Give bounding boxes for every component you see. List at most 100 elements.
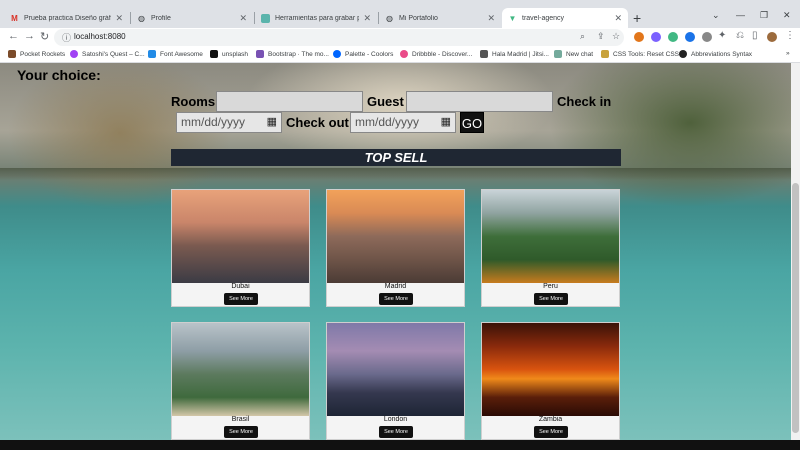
forward-arrow-icon[interactable]: → — [24, 30, 35, 42]
flag-icon — [148, 50, 156, 58]
puzzle-icon[interactable]: ✦ — [718, 30, 726, 41]
see-more-button[interactable]: See More — [379, 426, 413, 438]
vue-icon: ▼ — [508, 13, 517, 23]
page-title: Your choice: — [17, 67, 101, 83]
tab-profile[interactable]: ◍ Profile ✕ — [131, 8, 253, 28]
extension-icon[interactable] — [702, 32, 712, 42]
close-icon[interactable]: ✕ — [614, 13, 622, 24]
address-bar[interactable]: ⓘ localhost:8080 ⌕ ⇪ ☆ — [54, 29, 624, 46]
bookmark-item[interactable]: Palette - Coolors — [333, 50, 393, 58]
bookmark-item[interactable]: Hala Madrid | Jitsi... — [480, 50, 549, 58]
globe-icon: ◍ — [138, 13, 145, 23]
rooms-input[interactable] — [216, 91, 363, 112]
tab-gmail[interactable]: M Prueba practica Diseño gráfico y ✕ — [4, 8, 129, 28]
os-taskbar — [0, 440, 800, 450]
see-more-button[interactable]: See More — [379, 293, 413, 305]
page-icon — [261, 13, 270, 23]
bookmark-item[interactable]: Pocket Rockets — [8, 50, 65, 58]
london-bridge-image — [327, 323, 464, 416]
destination-card: Dubai See More — [171, 189, 310, 307]
avatar[interactable] — [767, 32, 777, 42]
star-icon[interactable]: ☆ — [612, 31, 620, 42]
checkin-date-input[interactable]: mm/dd/yyyy ▦ — [176, 112, 282, 133]
rooms-label: Rooms — [171, 94, 216, 109]
calendar-icon[interactable]: ▦ — [267, 115, 277, 128]
window-close-icon[interactable]: ✕ — [783, 10, 791, 21]
bookmark-item[interactable]: Font Awesome — [148, 50, 203, 58]
bookmarks-bar: Pocket Rockets Satoshi's Quest – C... Fo… — [0, 47, 800, 63]
destination-card: Brasil See More — [171, 322, 310, 440]
close-icon[interactable]: ✕ — [487, 13, 495, 24]
page-scrollbar[interactable] — [791, 63, 800, 440]
bookmark-item[interactable]: Abbreviations Syntax — [679, 50, 752, 58]
restore-icon[interactable]: ❐ — [760, 10, 768, 21]
destination-name: Brasil — [231, 416, 250, 423]
github-icon — [679, 50, 687, 58]
bookmark-item[interactable]: unsplash — [210, 50, 248, 58]
kebab-menu-icon[interactable]: ⋮ — [785, 30, 795, 41]
scrollbar-thumb[interactable] — [792, 183, 799, 433]
zoom-icon[interactable]: ⌕ — [580, 31, 585, 42]
bookmark-item[interactable]: New chat — [554, 50, 593, 58]
coolors-icon — [333, 50, 341, 58]
see-more-button[interactable]: See More — [534, 426, 568, 438]
new-tab-button[interactable]: + — [633, 10, 641, 26]
destination-name: Zambia — [538, 416, 563, 423]
destination-card: Peru See More — [481, 189, 620, 307]
minimize-icon[interactable]: — — [736, 10, 745, 20]
close-icon[interactable]: ✕ — [239, 13, 247, 24]
destination-name: Peru — [543, 283, 558, 290]
close-icon[interactable]: ✕ — [115, 13, 123, 24]
chat-icon — [554, 50, 562, 58]
calendar-icon[interactable]: ▦ — [441, 115, 451, 128]
tab-search-chevron-icon[interactable]: ⌄ — [712, 10, 720, 21]
gmail-icon: M — [11, 13, 18, 23]
bookmark-icon — [70, 50, 78, 58]
reload-icon[interactable]: ↻ — [40, 30, 49, 43]
reading-list-icon[interactable]: ⎌ — [736, 30, 744, 41]
close-icon[interactable]: ✕ — [363, 13, 371, 24]
browser-toolbar: ← → ↻ ⓘ localhost:8080 ⌕ ⇪ ☆ ✦ ⎌ ▯ ⋮ — [0, 28, 800, 47]
unsplash-icon — [210, 50, 218, 58]
bootstrap-icon — [256, 50, 264, 58]
dubai-city-image — [172, 190, 309, 283]
bookmark-item[interactable]: CSS Tools: Reset CSS — [601, 50, 679, 58]
share-icon[interactable]: ⇪ — [597, 31, 605, 42]
tab-herramientas[interactable]: Herramientas para grabar pantall ✕ — [255, 8, 377, 28]
bookmark-item[interactable]: Satoshi's Quest – C... — [70, 50, 145, 58]
page-viewport: Your choice: Rooms Guest Check in mm/dd/… — [0, 63, 791, 440]
css-tools-icon — [601, 50, 609, 58]
destination-name: Madrid — [384, 283, 407, 290]
section-title: TOP SELL — [171, 149, 621, 166]
tab-portafolio[interactable]: ◍ Mi Portafolio ✕ — [379, 8, 501, 28]
madrid-city-image — [327, 190, 464, 283]
site-info-icon[interactable]: ⓘ — [62, 31, 71, 44]
destination-name: Dubai — [231, 283, 250, 290]
back-arrow-icon[interactable]: ← — [8, 30, 19, 42]
zambia-sunset-image — [482, 323, 619, 416]
see-more-button[interactable]: See More — [224, 426, 258, 438]
globe-icon: ◍ — [386, 13, 393, 23]
feather-icon — [480, 50, 488, 58]
side-panel-icon[interactable]: ▯ — [752, 30, 758, 41]
bookmark-item[interactable]: Bootstrap · The mo... — [256, 50, 329, 58]
brasil-landscape-image — [172, 323, 309, 416]
checkout-label: Check out — [286, 115, 349, 130]
guest-input[interactable] — [406, 91, 553, 112]
dribbble-icon — [400, 50, 408, 58]
extension-icon[interactable] — [685, 32, 695, 42]
extension-icon[interactable] — [651, 32, 661, 42]
checkin-label: Check in — [557, 94, 612, 109]
see-more-button[interactable]: See More — [534, 293, 568, 305]
see-more-button[interactable]: See More — [224, 293, 258, 305]
browser-tab-bar: M Prueba practica Diseño gráfico y ✕ ◍ P… — [0, 0, 800, 28]
destination-card: London See More — [326, 322, 465, 440]
checkout-date-input[interactable]: mm/dd/yyyy ▦ — [350, 112, 456, 133]
bookmark-item[interactable]: Dribbble - Discover... — [400, 50, 472, 58]
go-button[interactable]: GO — [460, 112, 484, 133]
tab-travel-agency[interactable]: ▼ travel-agency ✕ — [502, 8, 628, 28]
metamask-icon[interactable] — [634, 32, 644, 42]
vue-devtools-icon[interactable] — [668, 32, 678, 42]
destination-card: Zambia See More — [481, 322, 620, 440]
more-bookmarks-icon[interactable]: » — [786, 50, 790, 57]
